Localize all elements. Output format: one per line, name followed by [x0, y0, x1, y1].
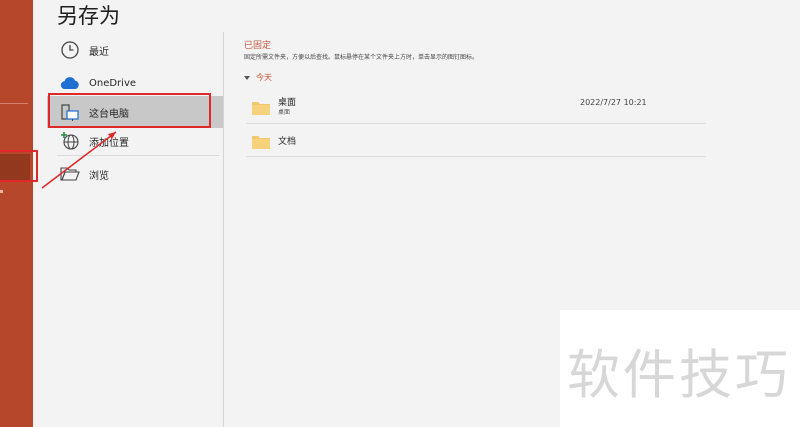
nav-item-browse[interactable]: 浏览: [47, 158, 224, 190]
annotation-box-this-pc: [48, 93, 211, 128]
today-heading: 今天: [256, 73, 272, 82]
watermark-text: 软件技巧: [567, 345, 791, 406]
nav-item-recent[interactable]: 最近: [47, 34, 224, 66]
annotation-box-sidebar: [0, 150, 38, 182]
folder-date: 2022/7/27 10:21: [580, 98, 647, 107]
row-divider: [246, 123, 706, 124]
folder-icon: [252, 100, 270, 119]
collapse-triangle-icon: [244, 75, 250, 80]
page-title: 另存为: [57, 4, 120, 28]
folder-name: 文档: [278, 137, 297, 147]
folder-path: 桌面: [278, 109, 291, 116]
nav-item-label: 最近: [89, 46, 109, 58]
folder-open-icon: [59, 163, 81, 185]
sidebar-divider: [0, 103, 28, 104]
pinned-description: 固定所需文件夹，方便以后查找。鼠标悬停在某个文件夹上方时，单击显示的图钉图标。: [244, 54, 479, 61]
folder-row[interactable]: 文档: [246, 126, 706, 156]
panel-divider: [223, 32, 224, 427]
folder-icon: [252, 134, 270, 153]
backstage-sidebar: [0, 0, 33, 427]
add-place-icon: [59, 130, 81, 152]
nav-item-add-place[interactable]: 添加位置: [47, 125, 224, 157]
cloud-icon: [59, 72, 81, 94]
clock-icon: [59, 39, 81, 61]
today-group-header[interactable]: 今天: [244, 72, 272, 83]
pinned-heading: 已固定: [244, 41, 272, 51]
nav-item-label: 添加位置: [89, 137, 129, 149]
nav-item-label: OneDrive: [89, 77, 137, 89]
row-divider: [246, 156, 706, 157]
nav-item-label: 浏览: [89, 170, 109, 182]
sidebar-item-fragment: [0, 190, 3, 193]
folder-row[interactable]: 桌面 桌面 2022/7/27 10:21: [246, 92, 706, 122]
